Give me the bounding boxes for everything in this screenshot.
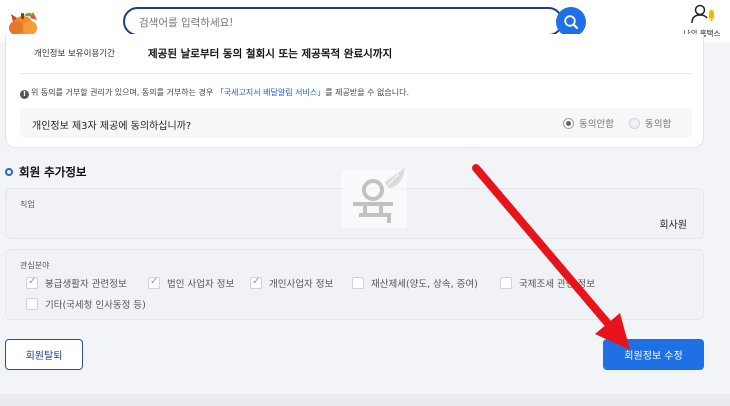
interest-checkbox-corporate[interactable]: 법인 사업자 정보 [148, 276, 234, 290]
radio-agree-label: 동의함 [645, 119, 672, 130]
checkbox-other-box[interactable] [26, 298, 38, 310]
radio-disagree-label: 동의안함 [579, 119, 614, 130]
info-icon: ! [20, 90, 29, 99]
job-value: 회사원 [659, 220, 687, 231]
checkbox-other-label: 기타(국세청 인사동정 등) [45, 300, 146, 311]
consent-notice: ! 위 동의를 거부할 권리가 있으며, 동의를 거부하는 경우 「국세고지서 배… [20, 87, 409, 99]
notice-service-link: 「국세고지서 배달알림 서비스」 [215, 88, 326, 97]
checkbox-corporate-label: 법인 사업자 정보 [167, 279, 235, 290]
section-title-text: 회원 추가정보 [19, 165, 87, 179]
radio-agree-indicator[interactable] [629, 117, 640, 129]
checkbox-international-box[interactable] [500, 277, 512, 289]
checkbox-corporate-box[interactable] [148, 276, 160, 289]
search-input[interactable] [139, 14, 539, 32]
edit-member-info-button[interactable]: 회원정보 수정 [603, 339, 704, 370]
radio-agree[interactable]: 동의함 [629, 116, 671, 130]
user-bell-icon [691, 4, 715, 24]
interest-checkbox-individual[interactable]: 개인사업자 정보 [250, 276, 333, 290]
notice-suffix: 를 제공받을 수 없습니다. [325, 88, 409, 97]
checkbox-individual-label: 개인사업자 정보 [269, 279, 334, 290]
footer-band [0, 394, 730, 406]
radio-disagree[interactable]: 동의안함 [563, 116, 614, 130]
checkbox-international-label: 국제조세 관련 정보 [519, 279, 595, 290]
interest-checkbox-salary[interactable]: 봉급생활자 관련정보 [26, 276, 127, 290]
checkbox-salary-label: 봉급생활자 관련정보 [45, 279, 127, 290]
retention-period-label: 개인정보 보유이용기간 [34, 49, 115, 59]
watermark-logo-icon [341, 168, 407, 228]
job-label: 직업 [20, 200, 35, 209]
search-button[interactable] [556, 7, 586, 37]
retention-period-value: 제공된 날로부터 동의 철회시 또는 제공목적 완료시까지 [148, 48, 393, 60]
interests-field: 관심분야 봉급생활자 관련정보 법인 사업자 정보 개인사업자 정보 재산제세(… [5, 249, 704, 320]
third-party-consent-card: 개인정보 보유이용기간 제공된 날로부터 동의 철회시 또는 제공목적 완료시까… [5, 34, 704, 148]
withdraw-button[interactable]: 회원탈퇴 [5, 339, 83, 370]
interest-checkbox-international[interactable]: 국제조세 관련 정보 [500, 276, 595, 290]
radio-disagree-indicator[interactable] [563, 117, 574, 129]
consent-question: 개인정보 제3자 제공에 동의하십니까? [32, 121, 192, 132]
checkbox-individual-box[interactable] [250, 276, 262, 289]
interests-label: 관심분야 [20, 261, 50, 270]
interest-checkbox-other[interactable]: 기타(국세청 인사동정 등) [26, 297, 146, 311]
retention-period-row: 개인정보 보유이용기간 제공된 날로부터 동의 철회시 또는 제공목적 완료시까… [20, 34, 692, 74]
checkbox-property-box[interactable] [352, 277, 364, 289]
section-title: 회원 추가정보 [5, 164, 86, 180]
section-bullet-icon [5, 168, 13, 176]
checkbox-salary-box[interactable] [26, 276, 38, 289]
checkbox-property-label: 재산제세(양도, 상속, 증여) [371, 279, 478, 290]
search-icon [564, 15, 578, 29]
consent-question-row: 개인정보 제3자 제공에 동의하십니까? 동의안함 동의함 [20, 108, 692, 138]
search-box [123, 7, 563, 36]
notice-prefix: 위 동의를 거부할 권리가 있으며, 동의를 거부하는 경우 [31, 88, 216, 97]
interest-checkbox-property[interactable]: 재산제세(양도, 상속, 증여) [352, 276, 478, 290]
